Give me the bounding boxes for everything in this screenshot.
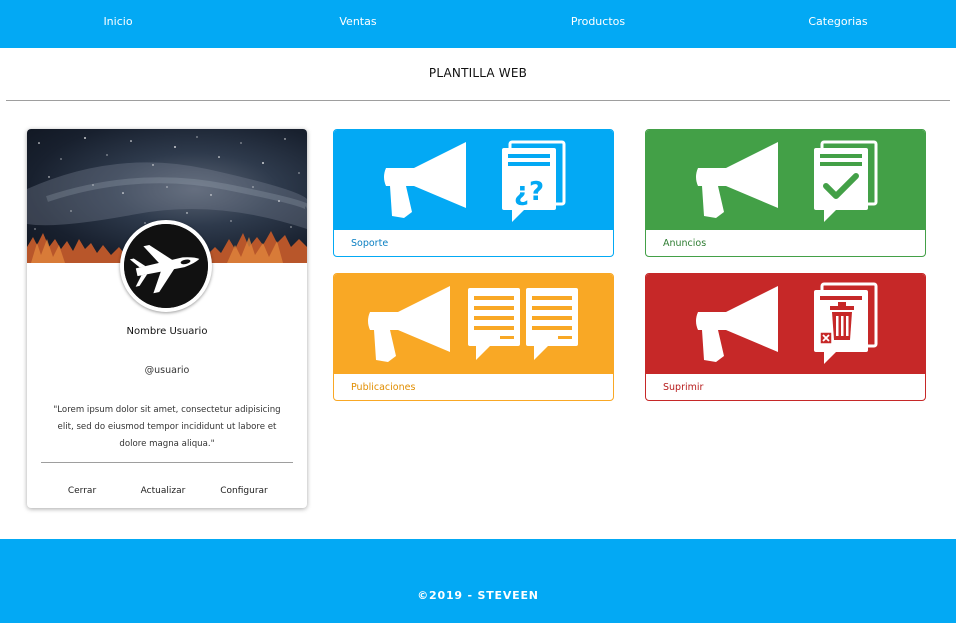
top-navbar: Inicio Ventas Productos Categorias [0,0,956,48]
tile-anuncios[interactable]: Anuncios [645,129,926,257]
tile-label-soporte: Soporte [351,238,389,249]
card-divider [41,462,293,463]
nav-item-productos[interactable]: Productos [538,15,658,28]
close-button[interactable]: Cerrar [47,486,117,496]
tile-banner [334,274,613,374]
tile-label-suprimir: Suprimir [663,382,704,393]
user-handle: @usuario [144,365,190,376]
megaphone-trash-icon [696,282,878,364]
nav-item-categorias[interactable]: Categorias [778,15,898,28]
tile-banner: ¿? [334,130,613,230]
avatar[interactable] [120,220,212,312]
profile-card: Nombre Usuario @usuario "Lorem ipsum dol… [27,129,307,508]
page-title: PLANTILLA WEB [428,66,528,80]
megaphone-documents-icon [368,286,578,362]
tile-banner [646,130,925,230]
tile-banner [646,274,925,374]
megaphone-check-icon [696,140,878,222]
nav-item-inicio[interactable]: Inicio [58,15,178,28]
nav-item-ventas[interactable]: Ventas [298,15,418,28]
tile-publicaciones[interactable]: Publicaciones [333,273,614,401]
footer-copyright: ©2019 - STEVEEN [417,589,539,602]
tile-label-anuncios: Anuncios [663,238,707,249]
configure-button[interactable]: Configurar [209,486,279,496]
user-name: Nombre Usuario [126,326,208,337]
tile-label-publicaciones: Publicaciones [351,382,416,393]
fighter-jet-icon [124,224,208,308]
tile-soporte[interactable]: ¿? Soporte [333,129,614,257]
tile-suprimir[interactable]: Suprimir [645,273,926,401]
title-divider [6,100,950,101]
user-quote: "Lorem ipsum dolor sit amet, consectetur… [53,405,281,449]
update-button[interactable]: Actualizar [128,486,198,496]
footer: ©2019 - STEVEEN [0,539,956,623]
megaphone-question-icon: ¿? [384,140,566,222]
svg-text:¿?: ¿? [514,177,544,207]
